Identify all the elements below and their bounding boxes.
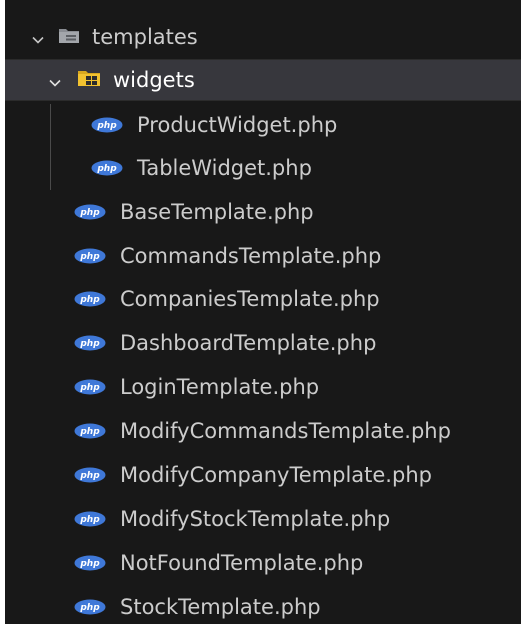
- file-label: ModifyCompanyTemplate.php: [120, 463, 432, 487]
- php-icon: php: [74, 555, 106, 571]
- php-icon: php: [74, 423, 106, 439]
- file-row-commandstemplate[interactable]: php CommandsTemplate.php: [5, 235, 521, 277]
- svg-text:php: php: [79, 339, 100, 349]
- folder-row-widgets[interactable]: widgets: [5, 59, 521, 101]
- php-icon: php: [91, 117, 123, 133]
- clipped-row-text: · · · · · · · · · ·: [215, 0, 367, 11]
- file-row-dashboardtemplate[interactable]: php DashboardTemplate.php: [5, 322, 521, 364]
- folder-widgets-icon: [77, 68, 101, 93]
- file-label: CompaniesTemplate.php: [120, 287, 380, 311]
- file-explorer: · · · · · · · · · · templates: [5, 0, 521, 624]
- folder-label-templates: templates: [92, 25, 198, 49]
- file-label: NotFoundTemplate.php: [120, 551, 364, 575]
- svg-text:php: php: [79, 471, 100, 481]
- php-icon: php: [74, 599, 106, 615]
- file-label: BaseTemplate.php: [120, 200, 314, 224]
- svg-text:php: php: [79, 603, 100, 613]
- file-row-notfoundtemplate[interactable]: php NotFoundTemplate.php: [5, 542, 521, 584]
- php-icon: php: [74, 248, 106, 264]
- file-label: CommandsTemplate.php: [120, 244, 382, 268]
- svg-text:php: php: [79, 559, 100, 569]
- file-label: ProductWidget.php: [137, 113, 338, 137]
- php-icon: php: [74, 511, 106, 527]
- file-label: DashboardTemplate.php: [120, 331, 377, 355]
- file-label: LoginTemplate.php: [120, 375, 320, 399]
- svg-text:php: php: [96, 121, 117, 131]
- svg-text:php: php: [79, 252, 100, 262]
- file-label: ModifyCommandsTemplate.php: [120, 419, 451, 443]
- file-row-productwidget[interactable]: php ProductWidget.php: [5, 104, 521, 146]
- file-label: TableWidget.php: [137, 156, 312, 180]
- php-icon: php: [91, 160, 123, 176]
- folder-icon: [58, 25, 80, 49]
- file-row-stocktemplate[interactable]: php StockTemplate.php: [5, 586, 521, 624]
- clipped-row: · · · · · · · · · ·: [5, 0, 521, 15]
- folder-label-widgets: widgets: [113, 68, 195, 92]
- php-icon: php: [74, 204, 106, 220]
- svg-text:php: php: [79, 427, 100, 437]
- file-row-basetemplate[interactable]: php BaseTemplate.php: [5, 191, 521, 233]
- file-row-modifycommandstemplate[interactable]: php ModifyCommandsTemplate.php: [5, 410, 521, 452]
- chevron-down-icon[interactable]: [30, 29, 46, 45]
- svg-text:php: php: [79, 383, 100, 393]
- file-row-logintemplate[interactable]: php LoginTemplate.php: [5, 366, 521, 408]
- file-label: StockTemplate.php: [120, 595, 321, 619]
- svg-text:php: php: [79, 515, 100, 525]
- svg-text:php: php: [79, 208, 100, 218]
- file-row-modifycompanytemplate[interactable]: php ModifyCompanyTemplate.php: [5, 454, 521, 496]
- chevron-down-icon[interactable]: [47, 72, 63, 88]
- file-row-modifystocktemplate[interactable]: php ModifyStockTemplate.php: [5, 498, 521, 540]
- svg-text:php: php: [79, 295, 100, 305]
- php-icon: php: [74, 291, 106, 307]
- php-icon: php: [74, 467, 106, 483]
- php-icon: php: [74, 335, 106, 351]
- file-label: ModifyStockTemplate.php: [120, 507, 391, 531]
- file-row-tablewidget[interactable]: php TableWidget.php: [5, 147, 521, 189]
- folder-row-templates[interactable]: templates: [5, 16, 521, 58]
- svg-text:php: php: [96, 164, 117, 174]
- php-icon: php: [74, 379, 106, 395]
- file-row-companiestemplate[interactable]: php CompaniesTemplate.php: [5, 278, 521, 320]
